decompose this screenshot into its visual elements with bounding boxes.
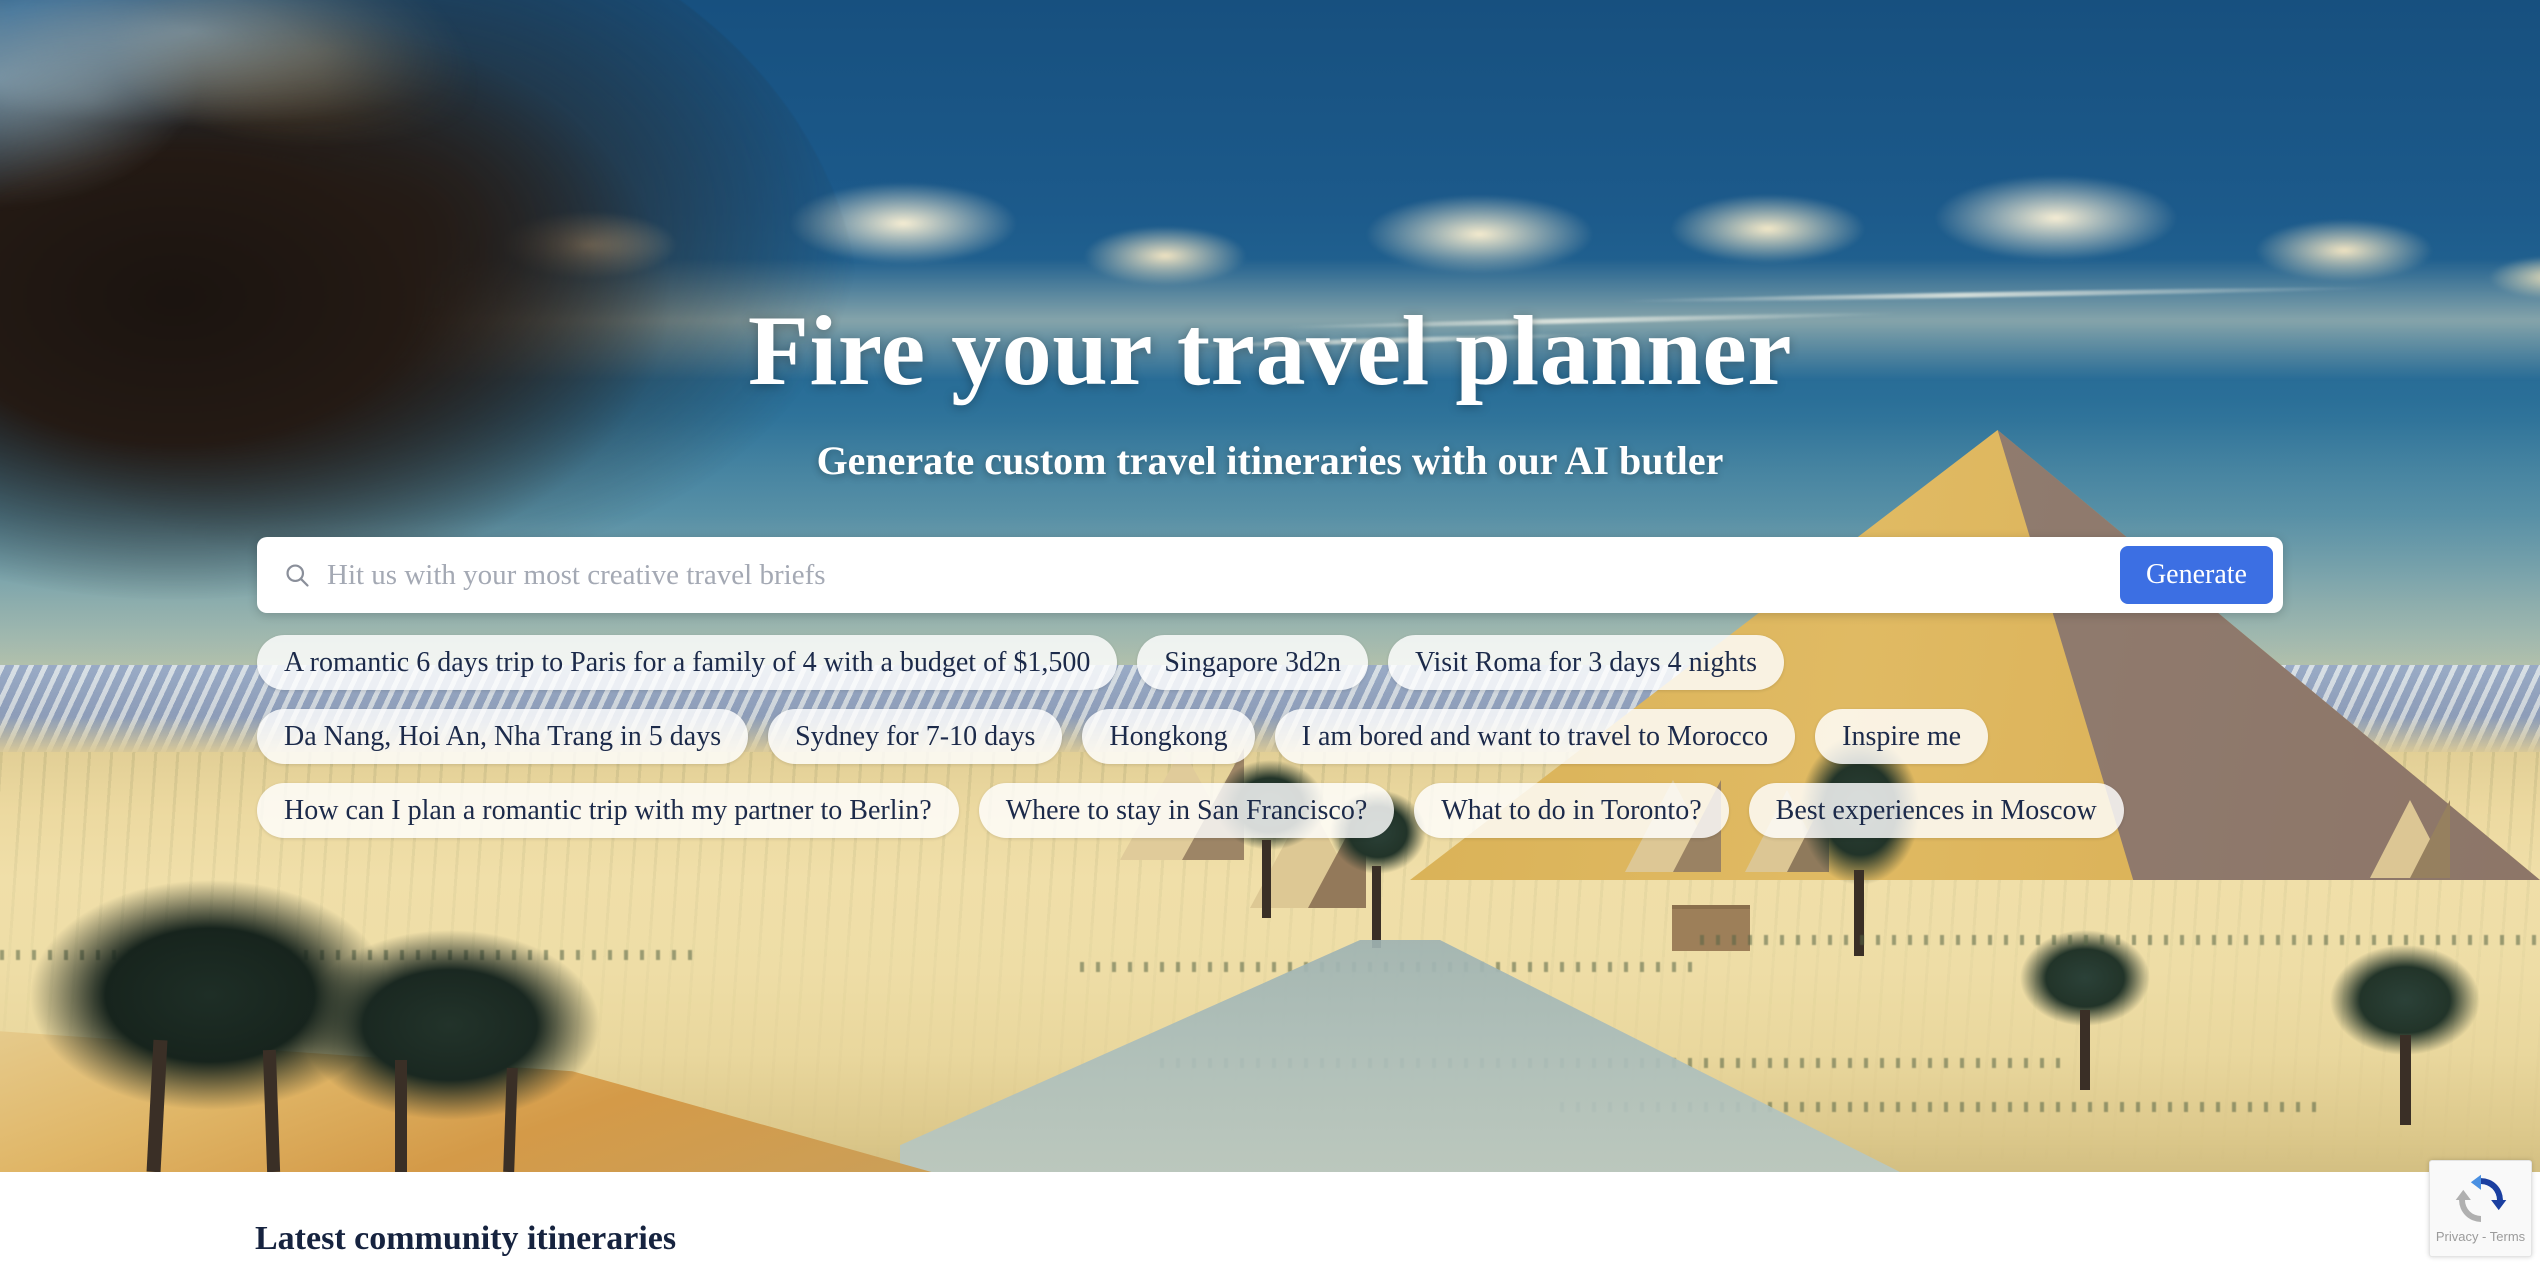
desert-scrub [1700,935,2540,945]
hero-content: Fire your travel planner Generate custom… [0,0,2540,838]
community-section-heading: Latest community itineraries [255,1220,677,1257]
suggestion-chip[interactable]: Hongkong [1082,709,1255,764]
recaptcha-logo-icon [2454,1173,2508,1227]
suggestion-chip-list: A romantic 6 days trip to Paris for a fa… [257,635,2283,838]
suggestion-chip[interactable]: Inspire me [1815,709,1989,764]
suggestion-chip[interactable]: Singapore 3d2n [1137,635,1368,690]
recaptcha-privacy-terms-link[interactable]: Privacy - Terms [2436,1229,2525,1244]
community-itineraries-section: Latest community itineraries Privacy - T… [0,1160,2540,1269]
suggestion-chip[interactable]: Visit Roma for 3 days 4 nights [1387,635,1785,690]
tree-trunk [1262,840,1271,918]
suggestion-chip[interactable]: Where to stay in San Francisco? [978,783,1395,838]
search-icon [283,561,311,589]
suggestion-chip[interactable]: Da Nang, Hoi An, Nha Trang in 5 days [257,709,749,764]
tree-trunk [1372,866,1381,948]
suggestion-chip[interactable]: A romantic 6 days trip to Paris for a fa… [257,635,1118,690]
suggestion-chip[interactable]: What to do in Toronto? [1414,783,1729,838]
search-input[interactable] [327,547,2120,603]
hero-section: Fire your travel planner Generate custom… [0,0,2540,1172]
suggestion-chip[interactable]: How can I plan a romantic trip with my p… [257,783,959,838]
recaptcha-badge[interactable]: Privacy - Terms [2429,1160,2532,1257]
tree-canopy [300,930,600,1120]
page-title: Fire your travel planner [747,295,1793,406]
suggestion-chip[interactable]: Sydney for 7-10 days [768,709,1063,764]
suggestion-chip[interactable]: I am bored and want to travel to Morocco [1274,709,1796,764]
search-bar[interactable]: Generate [257,537,2283,613]
tree-trunk [395,1060,407,1172]
tree-trunk [2400,1035,2411,1125]
suggestion-chip[interactable]: Best experiences in Moscow [1748,783,2124,838]
generate-button[interactable]: Generate [2119,546,2273,604]
tree-trunk [2080,1010,2090,1090]
page-subtitle: Generate custom travel itineraries with … [816,438,1724,483]
